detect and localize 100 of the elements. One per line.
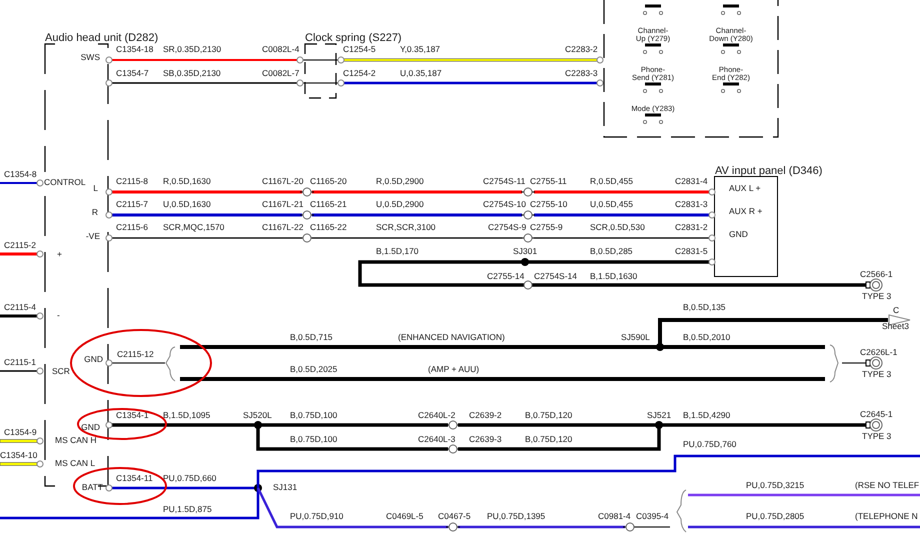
pin-icon xyxy=(36,368,44,374)
wire-label: C2115-4 xyxy=(4,302,36,312)
wire-label: C2115-1 xyxy=(4,357,36,367)
switch-icon xyxy=(643,114,663,124)
inline-connector-icon xyxy=(520,280,536,290)
pin-icon xyxy=(106,212,112,218)
wire-label: C2283-3 xyxy=(565,68,598,78)
wire-label: SJ590L xyxy=(621,332,650,342)
pin-icon xyxy=(106,188,112,196)
wire-label: C2754S-14 xyxy=(534,271,578,281)
pin-label: MS CAN L xyxy=(55,458,96,468)
wire-label: C1354-18 xyxy=(116,44,154,54)
wire-label: SR,0.35D,2130 xyxy=(163,44,222,54)
switch-icon xyxy=(721,82,741,93)
wire-label: C2639-3 xyxy=(469,434,502,444)
wire-label: C0082L-7 xyxy=(262,68,300,78)
pin-icon xyxy=(106,80,112,86)
connector-label: C2626L-1 xyxy=(860,347,898,357)
wire-label: C0395-4 xyxy=(636,511,669,521)
pin-label: SCR xyxy=(52,366,70,376)
component-title: AV input panel (D346) xyxy=(715,165,822,177)
wire-label: C1254-2 xyxy=(343,68,376,78)
inline-connector-icon xyxy=(446,444,460,454)
splice-icon xyxy=(656,343,664,351)
splice-icon xyxy=(655,421,663,429)
pin-icon xyxy=(708,234,716,242)
wire-label: B,0.5D,285 xyxy=(590,246,633,256)
wire-label: B,0.5D,2025 xyxy=(290,364,338,374)
wire-label: C1354-11 xyxy=(116,473,153,483)
wire-label: C2831-5 xyxy=(675,246,708,256)
wire-label: C1165-22 xyxy=(310,222,347,232)
wire-label: PU,0.75D,660 xyxy=(163,473,216,483)
wire-label: PU,0.75D,760 xyxy=(683,439,736,449)
wire-label: SCR,0.5D,530 xyxy=(590,222,645,232)
wire-label: C2115-12 xyxy=(117,349,154,359)
pin-icon xyxy=(36,438,44,444)
inline-connector-icon xyxy=(300,188,314,196)
pin-icon xyxy=(596,56,604,64)
splice-icon xyxy=(254,484,262,492)
wire-label: R,0.5D,1630 xyxy=(163,176,211,186)
wire-label: C1165-20 xyxy=(310,176,347,186)
wire-label: B,0.75D,120 xyxy=(525,410,572,420)
wire-label: PU,0.75D,910 xyxy=(290,511,344,521)
component-outline xyxy=(304,43,337,99)
wire-label: C2755-10 xyxy=(530,199,568,209)
wire-label: C1167L-20 xyxy=(262,176,304,186)
wire-label: PU,0.75D,2805 xyxy=(746,511,804,521)
wire-label: C2831-4 xyxy=(675,176,708,186)
wire-label: C2115-8 xyxy=(116,176,148,186)
wire-label: U,0.5D,455 xyxy=(590,199,633,209)
wire xyxy=(634,526,670,528)
wire xyxy=(842,362,866,364)
inline-connector-icon xyxy=(300,234,314,242)
ground-terminal-icon xyxy=(866,356,882,370)
ground-terminal-icon xyxy=(866,418,882,432)
wire-label: PU,0.75D,1395 xyxy=(487,511,546,521)
wire-label: C2831-3 xyxy=(675,199,708,209)
wire-label: SCR,MQC,1570 xyxy=(163,222,224,232)
wire-label: B,0.5D,135 xyxy=(683,302,726,312)
wire-label: C2754S-10 xyxy=(483,199,526,209)
wire-label: C2115-2 xyxy=(4,240,36,250)
wire-label: C1254-5 xyxy=(343,44,376,54)
pin-icon xyxy=(36,180,44,186)
pin-icon xyxy=(106,234,112,242)
wire-label: PU,1.5D,875 xyxy=(163,504,212,514)
wire-label: C1354-9 xyxy=(4,427,37,437)
wire-label: SCR,SCR,3100 xyxy=(376,222,436,232)
terminal-type-label: TYPE 3 xyxy=(862,369,892,379)
pin-icon xyxy=(106,56,112,64)
wire-label: C0082L-4 xyxy=(262,44,300,54)
wire-label: B,1.5D,170 xyxy=(376,246,419,256)
wire-label: B,0.75D,100 xyxy=(290,410,338,420)
pin-label: CONTROL xyxy=(44,177,86,187)
wire-label: C2754S-9 xyxy=(488,222,526,232)
pin-icon xyxy=(296,56,304,64)
wire-label: C0981-4 xyxy=(598,511,631,521)
pin-icon xyxy=(708,188,716,196)
wire-label: C2283-2 xyxy=(565,44,598,54)
brace-icon xyxy=(830,344,838,382)
pin-icon xyxy=(106,422,112,428)
wire-label: C1167L-21 xyxy=(262,199,304,209)
wire-label: C2755-9 xyxy=(530,222,563,232)
pin-label: BATT xyxy=(82,482,103,492)
wire-label: C2115-6 xyxy=(116,222,148,232)
wire-label: SJ521 xyxy=(647,410,672,420)
wire-label: (ENHANCED NAVIGATION) xyxy=(398,332,505,342)
pin-icon xyxy=(36,312,44,320)
wire-label: (TELEPHONE N xyxy=(855,511,918,521)
switch-icon xyxy=(643,82,663,93)
pin-label: MS CAN H xyxy=(55,435,97,445)
ground-terminal-icon xyxy=(866,278,882,292)
sheet-reference-label: Sheet3 xyxy=(882,321,909,331)
wire-label: B,0.75D,120 xyxy=(525,434,572,444)
pin-label: + xyxy=(57,249,62,259)
wire-label: B,0.75D,100 xyxy=(290,434,338,444)
wire-label: C2639-2 xyxy=(469,410,502,420)
wire-label: C2640L-2 xyxy=(418,410,456,420)
component-title: Audio head unit (D282) xyxy=(45,32,158,44)
wire-label: B,1.5D,4290 xyxy=(683,410,730,420)
pin-icon xyxy=(296,80,304,86)
